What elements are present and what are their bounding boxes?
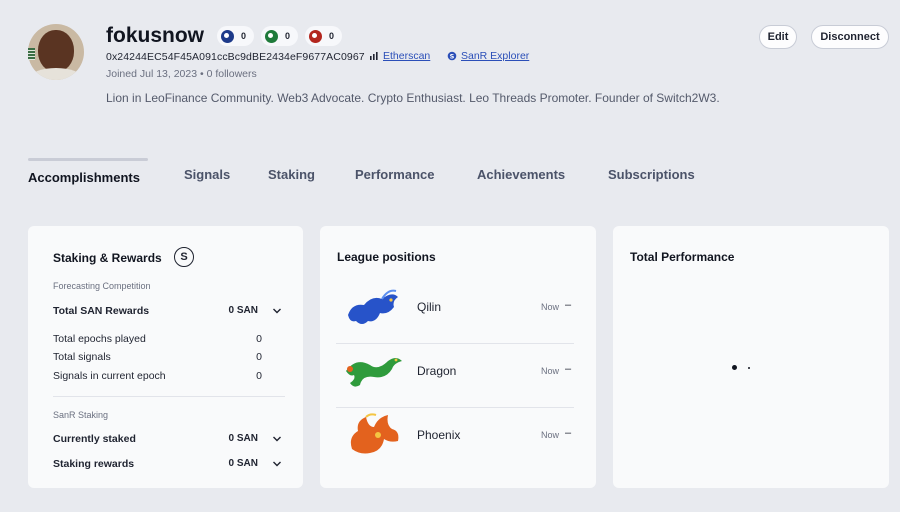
- currently-staked-value: 0 SAN: [228, 433, 258, 444]
- staking-rewards-card: Staking & Rewards S Forecasting Competit…: [28, 226, 303, 488]
- tab-performance[interactable]: Performance: [355, 167, 434, 182]
- league-position: –: [565, 363, 572, 375]
- tab-signals[interactable]: Signals: [184, 167, 230, 182]
- chevron-down-icon[interactable]: [272, 306, 282, 316]
- tab-accomplishments[interactable]: Accomplishments: [28, 170, 140, 185]
- total-rewards-value: 0 SAN: [228, 305, 258, 316]
- profile-tabs: Accomplishments Signals Staking Performa…: [28, 158, 888, 188]
- loading-spinner-icon: [732, 365, 737, 370]
- league-time: Now: [541, 366, 560, 376]
- badge-count: 0: [241, 31, 247, 41]
- red-league-icon: [309, 29, 323, 43]
- etherscan-label: Etherscan: [383, 50, 431, 62]
- sanr-explorer-icon: S: [447, 51, 457, 60]
- section-divider: [53, 396, 285, 397]
- stat-label: Total epochs played: [53, 333, 146, 345]
- league-time: Now: [541, 302, 560, 312]
- edit-button[interactable]: Edit: [759, 25, 797, 49]
- league-positions-card: League positions Qilin Now – Dragon Now …: [320, 226, 596, 488]
- staking-rewards-title: Staking & Rewards: [53, 251, 162, 265]
- league-positions-title: League positions: [337, 250, 436, 264]
- avatar: [28, 24, 84, 80]
- league-name: Phoenix: [417, 428, 461, 442]
- total-rewards-label: Total SAN Rewards: [53, 305, 150, 317]
- forecasting-label: Forecasting Competition: [53, 281, 151, 291]
- wallet-address: 0x24244EC54F45A091ccBc9dBE2434eF9677AC09…: [106, 51, 365, 63]
- tab-staking[interactable]: Staking: [268, 167, 315, 182]
- stat-value: 0: [256, 333, 262, 345]
- league-row-phoenix[interactable]: Phoenix Now –: [336, 407, 573, 471]
- staking-rewards-value: 0 SAN: [228, 458, 258, 469]
- phoenix-icon: [350, 413, 399, 454]
- dragon-icon: [346, 358, 402, 387]
- joined-info: Joined Jul 13, 2023 • 0 followers: [106, 68, 257, 80]
- league-name: Dragon: [417, 364, 457, 378]
- badge-red: 0: [305, 26, 343, 46]
- badge-green: 0: [261, 26, 299, 46]
- stat-value: 0: [256, 351, 262, 363]
- username: fokusnow: [106, 24, 204, 47]
- stat-label: Signals in current epoch: [53, 370, 166, 382]
- loading-spinner-icon: [748, 367, 750, 369]
- badge-count: 0: [329, 31, 335, 41]
- stat-label: Total signals: [53, 351, 111, 363]
- staking-rewards-label: Staking rewards: [53, 458, 135, 470]
- badge-blue: 0: [217, 26, 255, 46]
- currently-staked-label: Currently staked: [53, 433, 136, 445]
- badge-count: 0: [285, 31, 291, 41]
- sanr-explorer-label: SanR Explorer: [461, 50, 530, 62]
- total-performance-title: Total Performance: [630, 250, 735, 264]
- disconnect-button[interactable]: Disconnect: [811, 25, 889, 49]
- etherscan-icon: [370, 52, 378, 60]
- league-position: –: [565, 299, 572, 311]
- league-time: Now: [541, 430, 560, 440]
- league-name: Qilin: [417, 300, 442, 314]
- sanr-staking-label: SanR Staking: [53, 410, 109, 420]
- green-league-icon: [265, 29, 279, 43]
- league-row-qilin[interactable]: Qilin Now –: [336, 279, 573, 343]
- etherscan-link[interactable]: Etherscan: [369, 50, 430, 62]
- chevron-down-icon[interactable]: [272, 434, 282, 444]
- tab-subscriptions[interactable]: Subscriptions: [608, 167, 695, 182]
- avatar-face: [38, 30, 74, 72]
- san-token-icon: S: [174, 247, 194, 267]
- profile-bio: Lion in LeoFinance Community. Web3 Advoc…: [106, 91, 720, 105]
- avatar-shirt: [30, 68, 82, 80]
- league-position: –: [565, 427, 572, 439]
- league-row-dragon[interactable]: Dragon Now –: [336, 343, 573, 407]
- total-performance-card: Total Performance: [613, 226, 889, 488]
- active-tab-indicator: [28, 158, 148, 161]
- svg-text:S: S: [450, 52, 455, 60]
- blue-league-icon: [221, 29, 234, 43]
- qilin-icon: [348, 289, 398, 324]
- league-badges: 0 0 0: [217, 26, 343, 46]
- stat-value: 0: [256, 370, 262, 382]
- sanr-explorer-link[interactable]: S SanR Explorer: [447, 50, 529, 62]
- chevron-down-icon[interactable]: [272, 459, 282, 469]
- tab-achievements[interactable]: Achievements: [477, 167, 565, 182]
- avatar-status-icon: [28, 48, 35, 60]
